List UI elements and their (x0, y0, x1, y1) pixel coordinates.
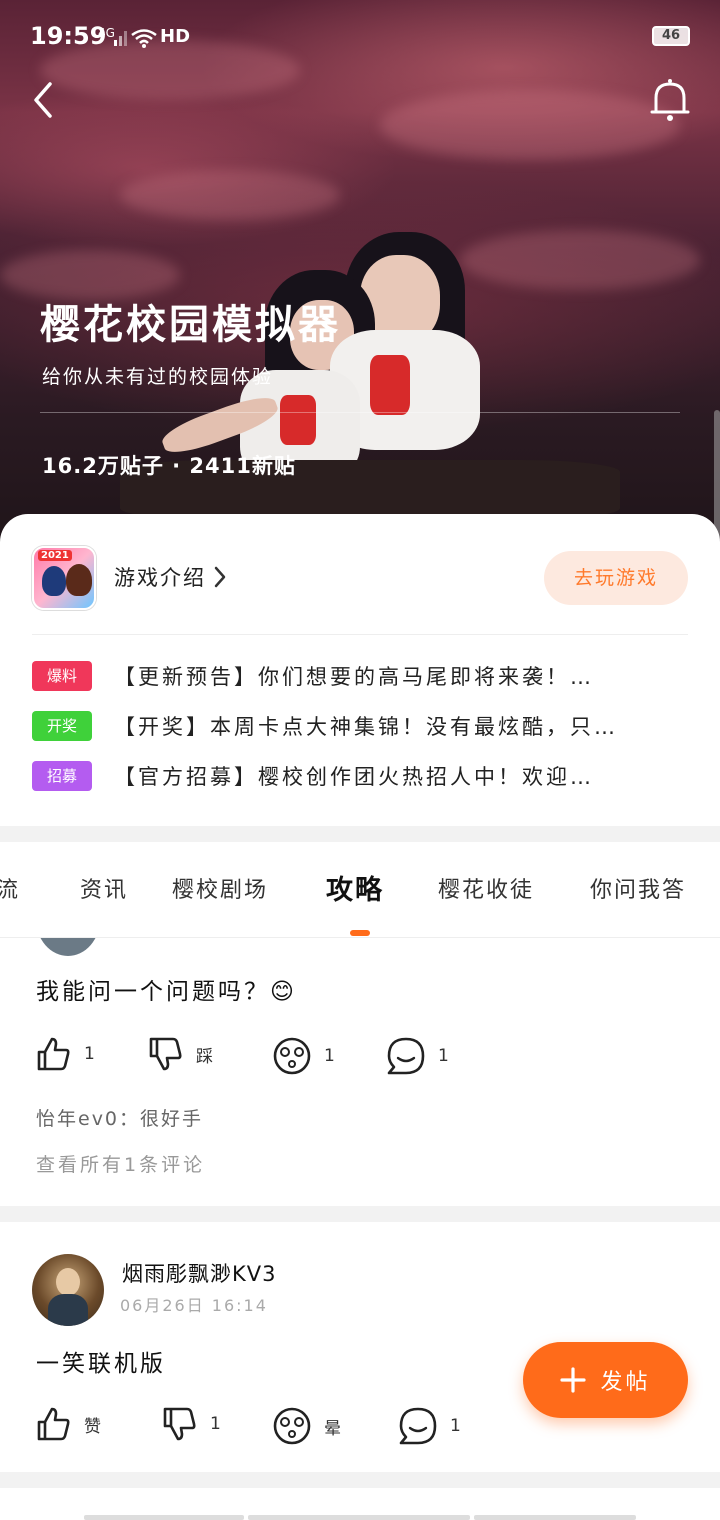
author-name[interactable]: 烟雨彫飘渺KV3 (122, 1258, 277, 1288)
comment-icon (399, 1407, 437, 1445)
divider (32, 634, 688, 635)
hd-indicator: HD (160, 26, 191, 47)
dizzy-label: 晕 (324, 1418, 341, 1439)
news-text: 【官方招募】樱校创作团火热招人中！欢迎… (114, 765, 594, 789)
like-button[interactable]: 赞 (36, 1406, 101, 1442)
bell-icon (650, 79, 690, 121)
signal-icon (114, 31, 127, 46)
comment-count: 1 (438, 1046, 449, 1066)
tab-guides[interactable]: 攻略 (326, 868, 384, 907)
status-bar: 19:59 4G HD 46 (30, 22, 690, 54)
news-text: 【开奖】本周卡点大神集锦！没有最炫酷，只… (114, 715, 618, 739)
news-text: 【更新预告】你们想要的高马尾即将来袭！… (114, 665, 594, 689)
status-time: 19:59 (30, 22, 107, 50)
comment-count: 1 (450, 1416, 461, 1436)
back-button[interactable] (26, 78, 66, 122)
dislike-count: 1 (210, 1414, 221, 1434)
news-item[interactable]: 招募 【官方招募】樱校创作团火热招人中！欢迎… (32, 759, 684, 793)
new-post-label: 发帖 (600, 1370, 651, 1395)
divider (40, 412, 680, 413)
notification-button[interactable] (648, 78, 692, 124)
news-item[interactable]: 爆料 【更新预告】你们想要的高马尾即将来袭！… (32, 659, 684, 693)
news-tag: 爆料 (32, 661, 92, 691)
like-button[interactable]: 1 (36, 1036, 95, 1072)
dizzy-face-icon (273, 1407, 311, 1445)
thumbs-up-icon (37, 1037, 70, 1071)
like-count: 1 (84, 1044, 95, 1064)
dislike-label: 踩 (196, 1046, 213, 1067)
post-body: 我能问一个问题吗？😊 (36, 979, 297, 1005)
post-timestamp: 06月26日 16:14 (120, 1296, 268, 1315)
hero-banner: 19:59 4G HD 46 樱花校园模拟器 给你从未有过的校园体验 16.2万… (0, 0, 720, 560)
battery-icon: 46 (652, 26, 690, 46)
comment-icon (387, 1037, 425, 1075)
news-tag: 开奖 (32, 711, 92, 741)
news-tag: 招募 (32, 761, 92, 791)
page-subtitle: 给你从未有过的校园体验 (42, 366, 274, 388)
category-tabs: 交流 资讯 樱校剧场 攻略 樱花收徒 你问我答 (0, 842, 720, 938)
avatar[interactable] (32, 1254, 104, 1326)
icon-year-label: 2021 (38, 550, 72, 561)
dislike-button[interactable]: 踩 (148, 1036, 213, 1072)
new-post-button[interactable]: 发帖 (523, 1342, 688, 1418)
comment-preview[interactable]: 怡年ev0：很好手 (36, 1104, 203, 1131)
thumbs-up-icon (37, 1407, 70, 1441)
like-label: 赞 (84, 1416, 101, 1437)
dislike-button[interactable]: 1 (162, 1406, 221, 1442)
post-actions: 1 踩 1 1 (36, 1036, 684, 1076)
dizzy-button[interactable]: 1 (272, 1036, 335, 1076)
tab-qa[interactable]: 你问我答 (590, 872, 686, 904)
network-indicator: 4G (98, 26, 115, 40)
plus-icon (560, 1367, 587, 1393)
active-tab-indicator (350, 930, 370, 936)
chevron-left-icon (34, 82, 52, 118)
post-stats: 16.2万贴子 · 2411新贴 (42, 454, 296, 478)
comment-button[interactable]: 1 (398, 1406, 461, 1446)
game-card: 2021 游戏介绍 去玩游戏 爆料 【更新预告】你们想要的高马尾即将来袭！… 开… (0, 514, 720, 826)
play-game-button[interactable]: 去玩游戏 (544, 551, 688, 605)
post-card[interactable]: 我能问一个问题吗？😊 1 踩 1 1 怡年ev0：很好手 查看所有1条评论 (0, 938, 720, 1206)
comment-button[interactable]: 1 (386, 1036, 449, 1076)
dizzy-button[interactable]: 晕 (272, 1406, 341, 1446)
chevron-right-icon (214, 566, 226, 588)
game-app-icon[interactable]: 2021 (32, 546, 96, 610)
game-intro-label: 游戏介绍 (114, 566, 206, 590)
next-post-preview (0, 1488, 720, 1520)
dizzy-face-icon (273, 1037, 311, 1075)
wifi-icon (131, 29, 157, 48)
post-body: 一笑联机版 (36, 1351, 166, 1377)
tab-theater[interactable]: 樱校剧场 (172, 872, 268, 904)
game-intro-link[interactable]: 游戏介绍 (114, 562, 228, 592)
dizzy-count: 1 (324, 1046, 335, 1066)
tab-news[interactable]: 资讯 (80, 872, 128, 904)
view-all-comments-link[interactable]: 查看所有1条评论 (36, 1150, 205, 1177)
thumbs-down-icon (149, 1037, 182, 1071)
tab-apprentice[interactable]: 樱花收徒 (438, 872, 534, 904)
page-title: 樱花校园模拟器 (40, 302, 341, 348)
tab-communication[interactable]: 交流 (0, 872, 20, 904)
avatar[interactable] (36, 938, 100, 956)
news-item[interactable]: 开奖 【开奖】本周卡点大神集锦！没有最炫酷，只… (32, 709, 684, 743)
thumbs-down-icon (163, 1407, 196, 1441)
